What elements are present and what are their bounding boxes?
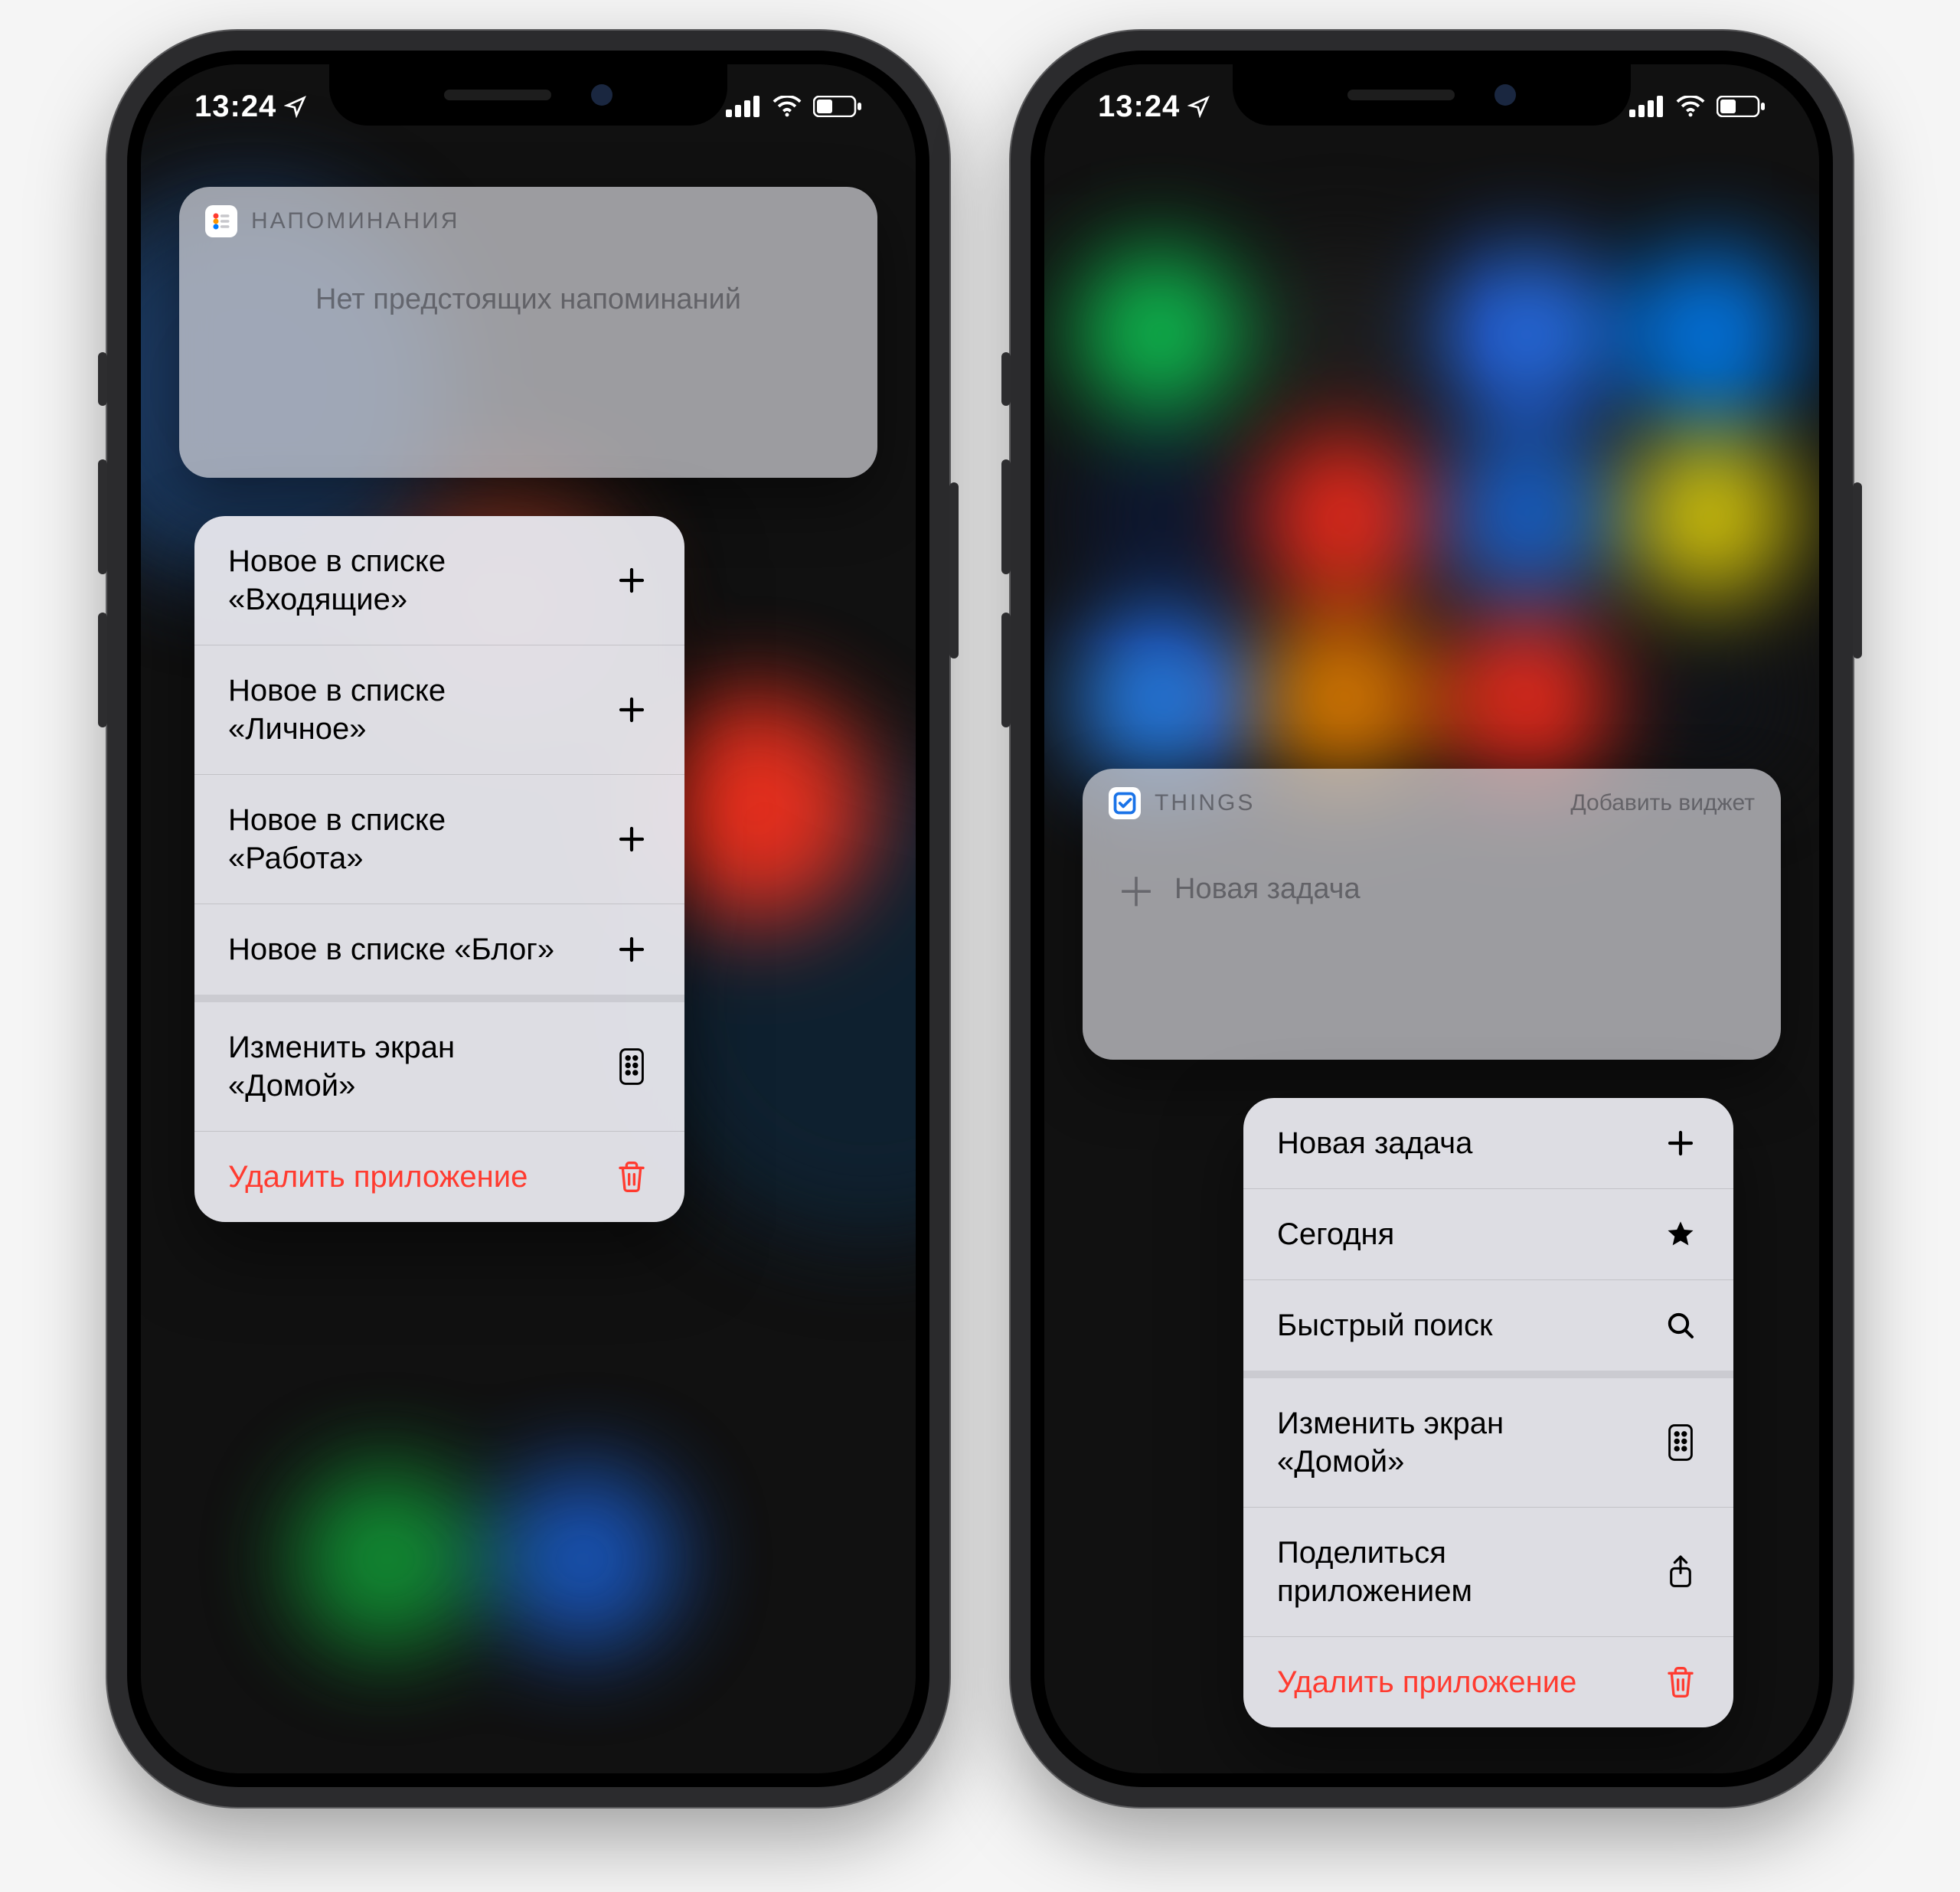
widget-new-task-label: Новая задача <box>1174 873 1361 906</box>
apps-grid-icon <box>612 1048 651 1085</box>
location-icon <box>284 95 307 118</box>
battery-icon <box>1717 96 1766 117</box>
power-button[interactable] <box>949 482 959 658</box>
widget-new-task-row[interactable]: ＋ Новая задача <box>1083 835 1781 956</box>
menu-new-task[interactable]: Новая задача <box>1243 1098 1733 1188</box>
things-widget[interactable]: THINGS Добавить виджет ＋ Новая задача <box>1083 769 1781 1060</box>
share-icon <box>1661 1554 1700 1590</box>
widget-app-name: НАПОМИНАНИЯ <box>251 208 459 234</box>
silence-switch[interactable] <box>98 352 107 406</box>
menu-new-personal[interactable]: Новое в списке «Личное» <box>194 645 684 774</box>
wifi-icon <box>772 96 802 117</box>
menu-delete-app[interactable]: Удалить приложение <box>194 1131 684 1222</box>
plus-icon <box>612 823 651 855</box>
menu-new-blog[interactable]: Новое в списке «Блог» <box>194 904 684 995</box>
menu-quick-find[interactable]: Быстрый поиск <box>1243 1279 1733 1371</box>
volume-down-button[interactable] <box>98 613 107 727</box>
trash-icon <box>1661 1665 1700 1699</box>
phone-right: 13:24 THINGS Добавить виджет <box>1011 31 1853 1807</box>
menu-new-inbox[interactable]: Новое в списке «Входящие» <box>194 516 684 645</box>
plus-icon: ＋ <box>1116 861 1156 918</box>
things-app-icon <box>1109 787 1141 819</box>
menu-new-work[interactable]: Новое в списке «Работа» <box>194 774 684 904</box>
widget-empty-text: Нет предстоящих напоминаний <box>179 253 877 362</box>
add-widget-button[interactable]: Добавить виджет <box>1570 790 1755 816</box>
signal-icon <box>1629 96 1664 117</box>
context-menu: Новая задача Сегодня Быстрый поиск Измен… <box>1243 1098 1733 1727</box>
apps-grid-icon <box>1661 1424 1700 1461</box>
plus-icon <box>612 933 651 966</box>
volume-up-button[interactable] <box>98 459 107 574</box>
volume-up-button[interactable] <box>1001 459 1011 574</box>
volume-down-button[interactable] <box>1001 613 1011 727</box>
status-time: 13:24 <box>1098 90 1180 124</box>
location-icon <box>1187 95 1210 118</box>
plus-icon <box>1661 1127 1700 1159</box>
reminders-app-icon <box>205 205 237 237</box>
notch <box>1233 64 1631 126</box>
plus-icon <box>612 694 651 726</box>
signal-icon <box>726 96 761 117</box>
power-button[interactable] <box>1853 482 1862 658</box>
status-time: 13:24 <box>194 90 276 124</box>
menu-edit-home[interactable]: Изменить экран «Домой» <box>1243 1371 1733 1507</box>
plus-icon <box>612 564 651 596</box>
phone-left: 13:24 НАПОМИНАНИЯ Нет предстоящих напоми… <box>107 31 949 1807</box>
widget-app-name: THINGS <box>1155 790 1255 816</box>
wifi-icon <box>1675 96 1706 117</box>
menu-share-app[interactable]: Поделиться приложением <box>1243 1507 1733 1636</box>
silence-switch[interactable] <box>1001 352 1011 406</box>
trash-icon <box>612 1160 651 1194</box>
notch <box>329 64 727 126</box>
battery-icon <box>813 96 862 117</box>
menu-delete-app[interactable]: Удалить приложение <box>1243 1636 1733 1727</box>
menu-edit-home[interactable]: Изменить экран «Домой» <box>194 995 684 1131</box>
menu-today[interactable]: Сегодня <box>1243 1188 1733 1279</box>
star-icon <box>1661 1219 1700 1250</box>
search-icon <box>1661 1310 1700 1341</box>
reminders-widget[interactable]: НАПОМИНАНИЯ Нет предстоящих напоминаний <box>179 187 877 478</box>
context-menu: Новое в списке «Входящие» Новое в списке… <box>194 516 684 1222</box>
